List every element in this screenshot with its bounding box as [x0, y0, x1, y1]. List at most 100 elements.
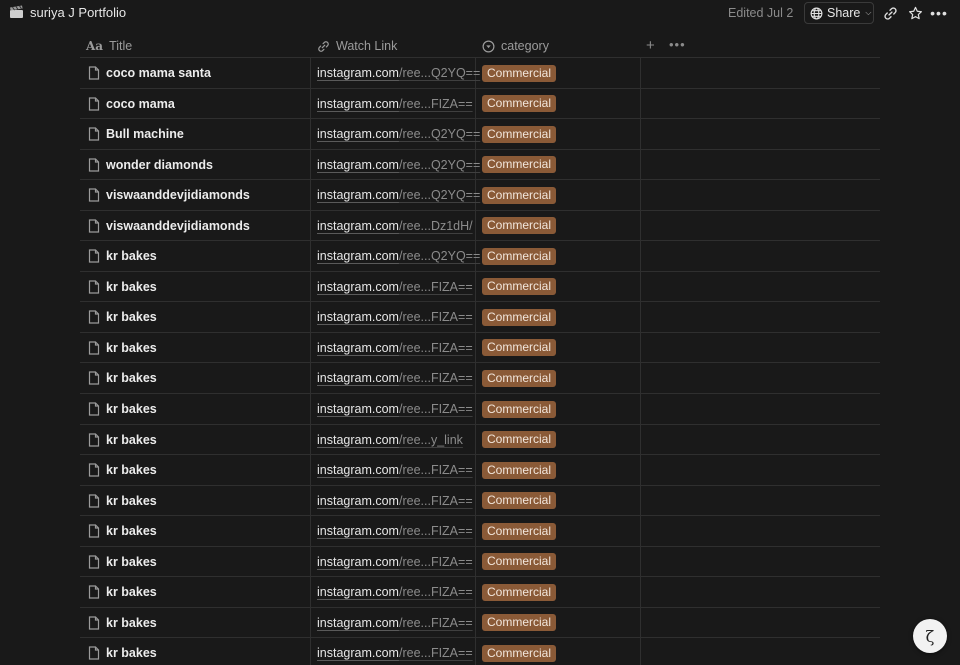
table-row[interactable]: viswaanddevjidiamonds instagram.com/ree.… — [80, 179, 880, 210]
link-domain[interactable]: instagram.com — [317, 585, 399, 599]
watch-link-cell[interactable]: instagram.com/ree...FIZA== — [317, 333, 473, 363]
link-path[interactable]: /ree...Q2YQ== — [399, 249, 480, 263]
link-path[interactable]: /ree...FIZA== — [399, 555, 473, 569]
title-cell[interactable]: kr bakes — [88, 272, 157, 302]
link-path[interactable]: /ree...Q2YQ== — [399, 127, 480, 141]
table-row[interactable]: kr bakes instagram.com/ree...FIZA== Comm… — [80, 545, 880, 577]
category-cell[interactable]: Commercial — [482, 455, 557, 485]
title-cell[interactable]: kr bakes — [88, 394, 157, 424]
category-cell[interactable]: Commercial — [482, 577, 557, 607]
column-header-category[interactable]: category — [482, 32, 549, 60]
table-row[interactable]: viswaanddevjidiamonds instagram.com/ree.… — [80, 209, 880, 241]
link-domain[interactable]: instagram.com — [317, 66, 399, 80]
link-path[interactable]: /ree...y_link — [399, 433, 463, 447]
clapper-board-icon[interactable] — [9, 5, 24, 19]
table-row[interactable]: kr bakes instagram.com/ree...FIZA== Comm… — [80, 270, 880, 302]
link-path[interactable]: /ree...Q2YQ== — [399, 188, 480, 202]
link-domain[interactable]: instagram.com — [317, 616, 399, 630]
watch-link-cell[interactable]: instagram.com/ree...FIZA== — [317, 363, 473, 393]
title-cell[interactable]: kr bakes — [88, 333, 157, 363]
category-cell[interactable]: Commercial — [482, 119, 557, 149]
link-domain[interactable]: instagram.com — [317, 341, 399, 355]
link-domain[interactable]: instagram.com — [317, 280, 399, 294]
link-icon[interactable] — [881, 4, 899, 22]
category-cell[interactable]: Commercial — [482, 211, 557, 241]
watch-link-cell[interactable]: instagram.com/ree...Q2YQ== — [317, 150, 480, 180]
table-row[interactable]: kr bakes instagram.com/ree...FIZA== Comm… — [80, 515, 880, 546]
column-header-watch-link[interactable]: Watch Link — [317, 32, 397, 60]
link-domain[interactable]: instagram.com — [317, 249, 399, 263]
category-cell[interactable]: Commercial — [482, 547, 557, 577]
watch-link-cell[interactable]: instagram.com/ree...y_link — [317, 425, 463, 455]
link-domain[interactable]: instagram.com — [317, 494, 399, 508]
link-path[interactable]: /ree...FIZA== — [399, 646, 473, 660]
page-title[interactable]: suriya J Portfolio — [30, 5, 126, 20]
title-cell[interactable]: kr bakes — [88, 363, 157, 393]
watch-link-cell[interactable]: instagram.com/ree...Q2YQ== — [317, 180, 480, 210]
watch-link-cell[interactable]: instagram.com/ree...FIZA== — [317, 638, 473, 665]
table-row[interactable]: Bull machine instagram.com/ree...Q2YQ== … — [80, 118, 880, 149]
watch-link-cell[interactable]: instagram.com/ree...Q2YQ== — [317, 119, 480, 149]
table-row[interactable]: kr bakes instagram.com/ree...FIZA== Comm… — [80, 637, 880, 665]
link-domain[interactable]: instagram.com — [317, 127, 399, 141]
watch-link-cell[interactable]: instagram.com/ree...FIZA== — [317, 608, 473, 638]
table-row[interactable]: kr bakes instagram.com/ree...FIZA== Comm… — [80, 576, 880, 607]
link-domain[interactable]: instagram.com — [317, 219, 399, 233]
link-domain[interactable]: instagram.com — [317, 463, 399, 477]
share-button[interactable]: Share ⌵ — [804, 2, 874, 24]
table-row[interactable]: kr bakes instagram.com/ree...FIZA== Comm… — [80, 331, 880, 363]
title-cell[interactable]: kr bakes — [88, 241, 157, 271]
watch-link-cell[interactable]: instagram.com/ree...FIZA== — [317, 302, 473, 332]
watch-link-cell[interactable]: instagram.com/ree...FIZA== — [317, 486, 473, 516]
table-row[interactable]: kr bakes instagram.com/ree...FIZA== Comm… — [80, 393, 880, 424]
link-path[interactable]: /ree...FIZA== — [399, 463, 473, 477]
category-cell[interactable]: Commercial — [482, 302, 557, 332]
title-cell[interactable]: kr bakes — [88, 302, 157, 332]
link-path[interactable]: /ree...FIZA== — [399, 341, 473, 355]
watch-link-cell[interactable]: instagram.com/ree...Q2YQ== — [317, 241, 480, 271]
category-cell[interactable]: Commercial — [482, 272, 557, 302]
link-domain[interactable]: instagram.com — [317, 524, 399, 538]
title-cell[interactable]: coco mama santa — [88, 58, 211, 88]
category-cell[interactable]: Commercial — [482, 180, 557, 210]
watch-link-cell[interactable]: instagram.com/ree...FIZA== — [317, 547, 473, 577]
category-cell[interactable]: Commercial — [482, 638, 557, 665]
category-cell[interactable]: Commercial — [482, 516, 557, 546]
add-property-icon[interactable]: + — [646, 38, 655, 53]
more-icon[interactable]: ••• — [669, 37, 686, 52]
category-cell[interactable]: Commercial — [482, 89, 557, 119]
category-cell[interactable]: Commercial — [482, 150, 557, 180]
watch-link-cell[interactable]: instagram.com/ree...FIZA== — [317, 455, 473, 485]
table-row[interactable]: kr bakes instagram.com/ree...FIZA== Comm… — [80, 606, 880, 638]
title-cell[interactable]: kr bakes — [88, 455, 157, 485]
category-cell[interactable]: Commercial — [482, 486, 557, 516]
category-cell[interactable]: Commercial — [482, 58, 557, 88]
link-domain[interactable]: instagram.com — [317, 310, 399, 324]
link-domain[interactable]: instagram.com — [317, 402, 399, 416]
watch-link-cell[interactable]: instagram.com/ree...FIZA== — [317, 272, 473, 302]
link-domain[interactable]: instagram.com — [317, 433, 399, 447]
category-cell[interactable]: Commercial — [482, 363, 557, 393]
title-cell[interactable]: kr bakes — [88, 577, 157, 607]
table-row[interactable]: kr bakes instagram.com/ree...FIZA== Comm… — [80, 454, 880, 485]
watch-link-cell[interactable]: instagram.com/ree...FIZA== — [317, 89, 473, 119]
title-cell[interactable]: Bull machine — [88, 119, 184, 149]
title-cell[interactable]: wonder diamonds — [88, 150, 213, 180]
title-cell[interactable]: viswaanddevjidiamonds — [88, 211, 250, 241]
title-cell[interactable]: kr bakes — [88, 638, 157, 665]
category-cell[interactable]: Commercial — [482, 425, 557, 455]
link-path[interactable]: /ree...FIZA== — [399, 494, 473, 508]
link-path[interactable]: /ree...FIZA== — [399, 280, 473, 294]
table-row[interactable]: kr bakes instagram.com/ree...FIZA== Comm… — [80, 301, 880, 332]
table-row[interactable]: coco mama santa instagram.com/ree...Q2YQ… — [80, 57, 880, 88]
category-cell[interactable]: Commercial — [482, 241, 557, 271]
table-row[interactable]: kr bakes instagram.com/ree...y_link Comm… — [80, 423, 880, 455]
link-domain[interactable]: instagram.com — [317, 646, 399, 660]
title-cell[interactable]: kr bakes — [88, 516, 157, 546]
category-cell[interactable]: Commercial — [482, 333, 557, 363]
title-cell[interactable]: kr bakes — [88, 608, 157, 638]
title-cell[interactable]: viswaanddevjidiamonds — [88, 180, 250, 210]
star-icon[interactable] — [906, 4, 924, 22]
title-cell[interactable]: coco mama — [88, 89, 175, 119]
title-cell[interactable]: kr bakes — [88, 486, 157, 516]
